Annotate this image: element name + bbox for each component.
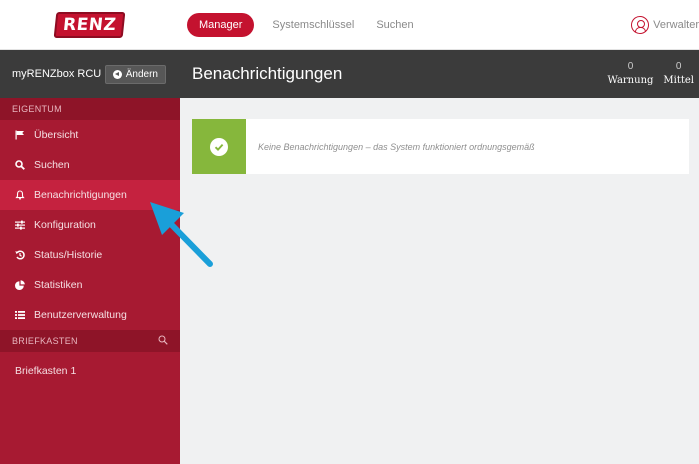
counter-warning[interactable]: 0 Warnung [603, 50, 659, 98]
section-property-label: EIGENTUM [12, 104, 62, 114]
counter-medium-label: Mittel [663, 75, 694, 86]
section-mailbox-label: BRIEFKASTEN [12, 336, 78, 346]
counter-warning-label: Warnung [607, 75, 654, 86]
sidebar-item-label: Benachrichtigungen [34, 189, 127, 201]
sidebar-item-label: Konfiguration [34, 219, 96, 231]
history-icon [15, 250, 25, 260]
arrow-left-circle-icon [112, 69, 122, 79]
check-circle-icon [210, 137, 228, 156]
counter-warning-value: 0 [627, 61, 634, 72]
pointer-arrow-icon [150, 202, 213, 267]
change-box-button[interactable]: Ändern [104, 64, 166, 84]
main-content: Benachrichtigungen 0 Warnung 0 Mittel Ke… [180, 50, 699, 464]
user-circle-icon[interactable] [631, 16, 650, 34]
main-nav: Manager Systemschlüssel Suchen [187, 0, 418, 50]
notification-empty-notice: Keine Benachrichtigungen – das System fu… [192, 119, 689, 174]
counters: 0 Warnung 0 Mittel [603, 50, 699, 98]
sidebar-item-label: Benutzerverwaltung [34, 309, 127, 321]
box-header: myRENZbox RCU Ändern [0, 50, 180, 98]
section-mailbox-header: BRIEFKASTEN [0, 330, 180, 352]
sidebar-item-statistics[interactable]: Statistiken [0, 270, 180, 300]
success-badge [192, 119, 246, 174]
sidebar-item-search[interactable]: Suchen [0, 150, 180, 180]
counter-medium-value: 0 [675, 61, 682, 72]
notice-text: Keine Benachrichtigungen – das System fu… [258, 141, 535, 152]
mailbox-search-icon[interactable] [158, 335, 168, 347]
bell-icon [15, 190, 25, 200]
user-menu[interactable]: Verwalter [631, 0, 699, 50]
top-bar: RENZ Manager Systemschlüssel Suchen Verw… [0, 0, 699, 50]
pie-chart-icon [15, 280, 25, 290]
list-icon [15, 310, 25, 320]
logo-area: RENZ [0, 0, 180, 50]
counter-medium[interactable]: 0 Mittel [658, 50, 699, 98]
sliders-icon [15, 220, 25, 230]
nav-manager[interactable]: Manager [187, 13, 255, 37]
sidebar-item-label: Übersicht [34, 129, 79, 141]
nav-search[interactable]: Suchen [372, 13, 417, 37]
renz-logo[interactable]: RENZ [53, 12, 126, 38]
section-property-header: EIGENTUM [0, 98, 180, 120]
sidebar-item-label: Statistiken [34, 279, 83, 291]
nav-system-keys[interactable]: Systemschlüssel [268, 13, 358, 37]
search-icon [15, 160, 25, 170]
main-header: Benachrichtigungen 0 Warnung 0 Mittel [180, 50, 699, 98]
page-title: Benachrichtigungen [192, 64, 343, 83]
sidebar-item-user-management[interactable]: Benutzerverwaltung [0, 300, 180, 330]
sidebar-item-label: Status/Historie [34, 249, 103, 261]
user-label[interactable]: Verwalter [653, 19, 699, 31]
mailbox-item[interactable]: Briefkasten 1 [0, 358, 180, 384]
box-name: myRENZbox RCU [12, 68, 102, 80]
sidebar-item-overview[interactable]: Übersicht [0, 120, 180, 150]
flag-icon [15, 130, 25, 140]
change-button-label: Ändern [125, 68, 158, 80]
sidebar-item-label: Suchen [34, 159, 70, 171]
